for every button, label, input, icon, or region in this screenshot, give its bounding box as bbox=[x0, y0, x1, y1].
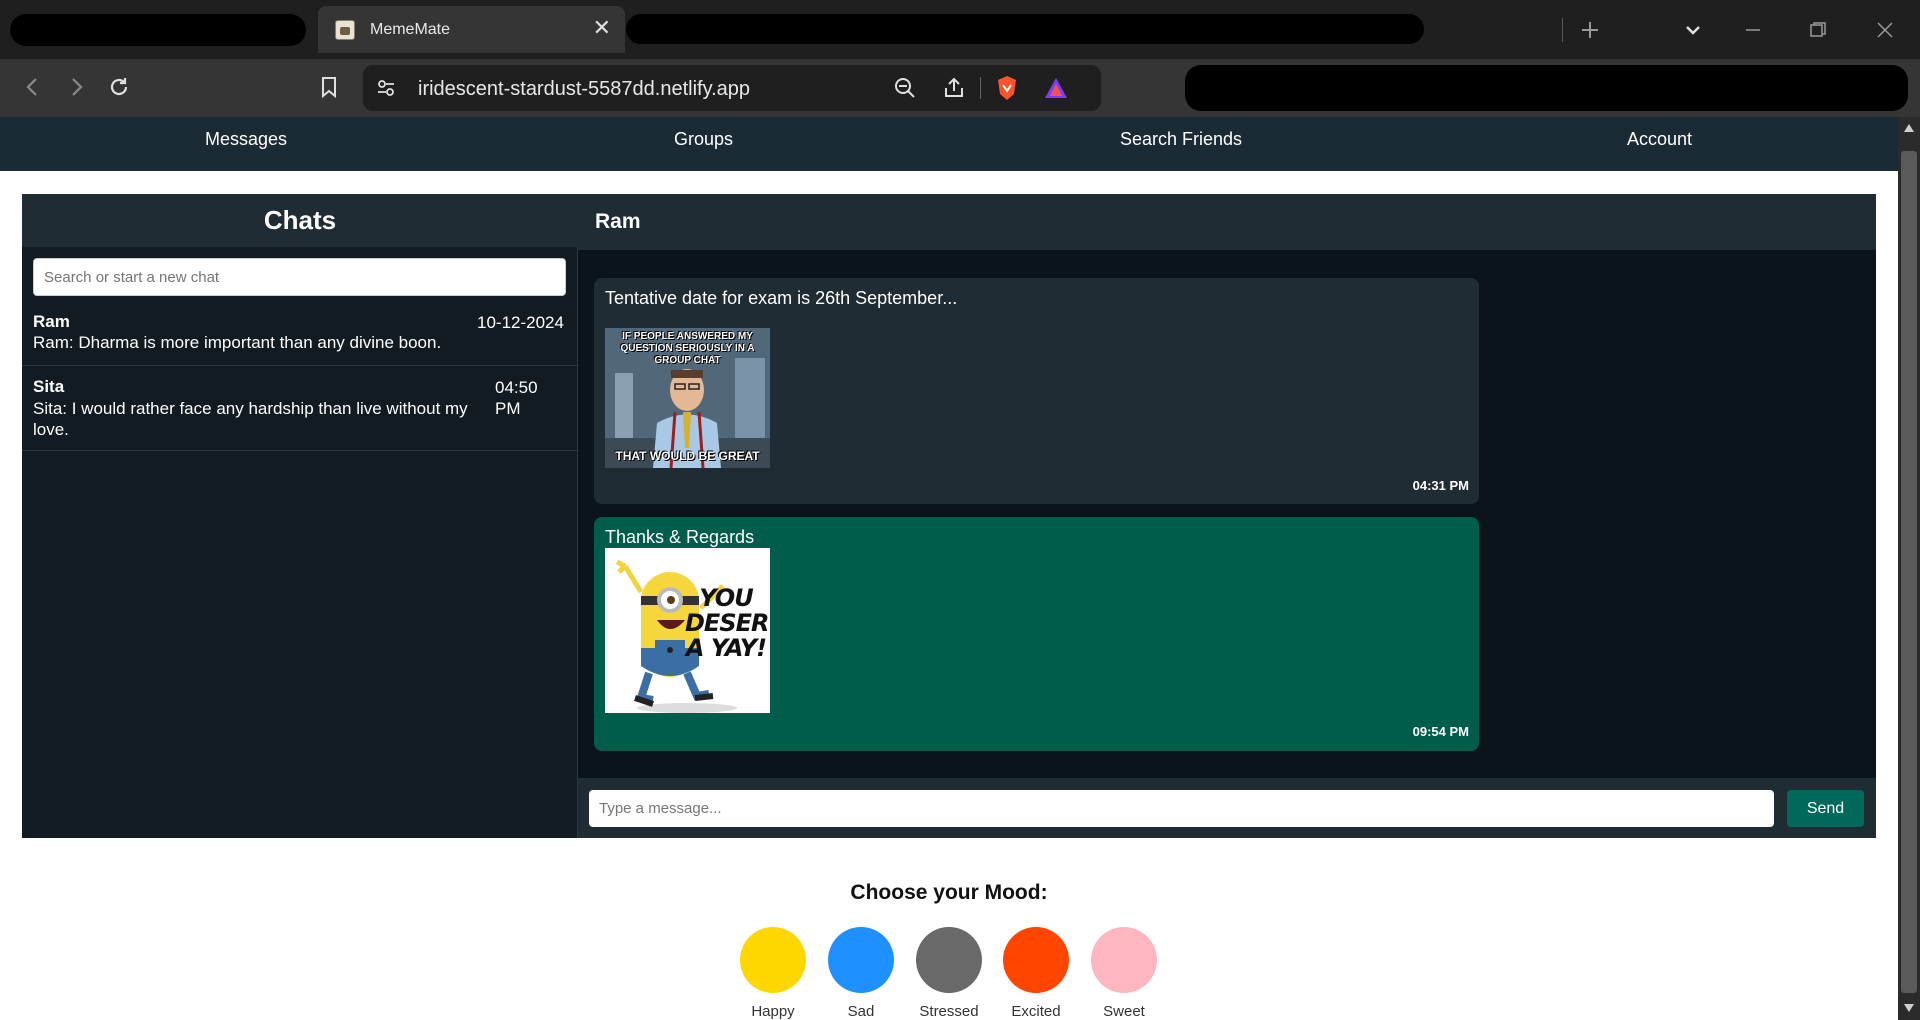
browser-toolbar: iridescent-stardust-5587dd.netlify.app bbox=[0, 59, 1920, 117]
chat-name: Ram bbox=[33, 312, 70, 331]
mood-option-sad[interactable]: Sad bbox=[828, 927, 894, 1020]
brave-rewards-icon[interactable] bbox=[1043, 76, 1069, 100]
chat-list-item[interactable]: Sita Sita: I would rather face any hards… bbox=[22, 366, 578, 451]
back-icon[interactable] bbox=[22, 76, 44, 98]
scroll-up-icon[interactable] bbox=[1903, 123, 1915, 133]
meme-caption-text: YOU DESERVE A YAY! bbox=[685, 584, 770, 662]
tab-close-icon[interactable]: ✕ bbox=[593, 17, 611, 39]
mood-dot[interactable] bbox=[828, 927, 894, 993]
message-input[interactable] bbox=[589, 790, 1774, 827]
send-button[interactable]: Send bbox=[1787, 790, 1864, 827]
chat-time: 04:50 PM bbox=[495, 378, 538, 418]
app-navbar: Messages Groups Search Friends Account bbox=[0, 117, 1898, 171]
chat-list-item[interactable]: Ram Ram: Dharma is more important than a… bbox=[22, 306, 578, 366]
minimize-icon[interactable] bbox=[1743, 20, 1763, 40]
address-bar[interactable]: iridescent-stardust-5587dd.netlify.app bbox=[363, 65, 1101, 111]
nav-account[interactable]: Account bbox=[1627, 129, 1692, 150]
meme-image[interactable]: YOU DESERVE A YAY! bbox=[605, 548, 770, 713]
conversation-panel: Ram Tentative date for exam is 26th Sept… bbox=[578, 194, 1876, 838]
conversation-title: Ram bbox=[595, 210, 641, 233]
mood-title: Choose your Mood: bbox=[850, 881, 1048, 904]
message-composer: Send bbox=[578, 778, 1876, 838]
nav-groups[interactable]: Groups bbox=[674, 129, 733, 150]
message-text: Thanks & Regards bbox=[605, 527, 755, 547]
sidebar-header: Chats bbox=[22, 194, 578, 247]
divider bbox=[980, 77, 981, 99]
mood-label: Sweet bbox=[1103, 1003, 1145, 1020]
message-text: Tentative date for exam is 26th Septembe… bbox=[605, 288, 958, 308]
site-favicon-icon bbox=[335, 20, 355, 40]
message-time: 04:31 PM bbox=[1412, 478, 1469, 493]
mood-dot[interactable] bbox=[740, 927, 806, 993]
site-settings-icon[interactable] bbox=[376, 78, 396, 98]
sidebar-title: Chats bbox=[263, 205, 337, 235]
share-icon[interactable] bbox=[942, 76, 966, 100]
chat-search-input[interactable] bbox=[33, 258, 566, 296]
message-bubble: Tentative date for exam is 26th Septembe… bbox=[594, 278, 1479, 504]
page-scrollbar[interactable] bbox=[1898, 117, 1920, 1020]
meme-bottom-text: THAT WOULD BE GREAT bbox=[615, 449, 760, 463]
browser-tab-bar: MemeMate ✕ bbox=[0, 0, 1920, 59]
browser-tab[interactable]: MemeMate ✕ bbox=[318, 6, 625, 53]
mood-option-excited[interactable]: Excited bbox=[1003, 927, 1069, 1020]
brave-shields-icon[interactable] bbox=[995, 75, 1019, 101]
chat-preview: Ram: Dharma is more important than any d… bbox=[33, 333, 442, 352]
tab-list-chevron-icon[interactable] bbox=[1683, 20, 1703, 40]
divider bbox=[1562, 18, 1563, 42]
new-tab-icon[interactable] bbox=[1580, 20, 1600, 40]
redacted-area bbox=[626, 14, 1424, 44]
mood-option-sweet[interactable]: Sweet bbox=[1091, 927, 1157, 1020]
reload-icon[interactable] bbox=[107, 75, 131, 99]
close-window-icon[interactable] bbox=[1875, 20, 1895, 40]
mood-option-stressed[interactable]: Stressed bbox=[916, 927, 982, 1020]
mood-label: Stressed bbox=[919, 1003, 979, 1020]
chat-name: Sita bbox=[33, 377, 65, 396]
url-text: iridescent-stardust-5587dd.netlify.app bbox=[418, 78, 751, 100]
mood-option-happy[interactable]: Happy bbox=[740, 927, 806, 1020]
tab-title: MemeMate bbox=[370, 21, 451, 38]
meme-image[interactable]: IF PEOPLE ANSWERED MY QUESTION SERIOUSLY… bbox=[605, 328, 770, 468]
restore-icon[interactable] bbox=[1808, 20, 1828, 40]
mood-label: Excited bbox=[1011, 1003, 1061, 1020]
message-time: 09:54 PM bbox=[1412, 724, 1469, 739]
mood-dot[interactable] bbox=[916, 927, 982, 993]
mood-dot[interactable] bbox=[1003, 927, 1069, 993]
scroll-thumb[interactable] bbox=[1901, 151, 1917, 993]
chats-sidebar: Chats Ram Ram: Dharma is more important … bbox=[22, 194, 578, 838]
forward-icon[interactable] bbox=[65, 76, 87, 98]
redacted-area bbox=[1185, 65, 1908, 111]
chat-container: Chats Ram Ram: Dharma is more important … bbox=[22, 194, 1876, 838]
conversation-header: Ram bbox=[578, 194, 1876, 250]
nav-search-friends[interactable]: Search Friends bbox=[1120, 129, 1242, 150]
redacted-area bbox=[10, 14, 306, 46]
bookmark-icon[interactable] bbox=[318, 75, 340, 99]
scroll-down-icon[interactable] bbox=[1903, 1003, 1915, 1013]
message-bubble: Thanks & Regards YOU DESER A YAY! 09:54 … bbox=[594, 517, 1479, 751]
meme-top-text: IF PEOPLE ANSWERED MY QUESTION SERIOUSLY… bbox=[620, 331, 755, 366]
mood-label: Sad bbox=[847, 1003, 875, 1020]
chat-time: 10-12-2024 bbox=[477, 313, 564, 332]
nav-messages[interactable]: Messages bbox=[205, 129, 287, 150]
mood-dot[interactable] bbox=[1091, 927, 1157, 993]
mood-label: Happy bbox=[751, 1003, 795, 1020]
zoom-out-icon[interactable] bbox=[893, 76, 917, 100]
chat-preview: Sita: I would rather face any hardship t… bbox=[33, 399, 468, 439]
